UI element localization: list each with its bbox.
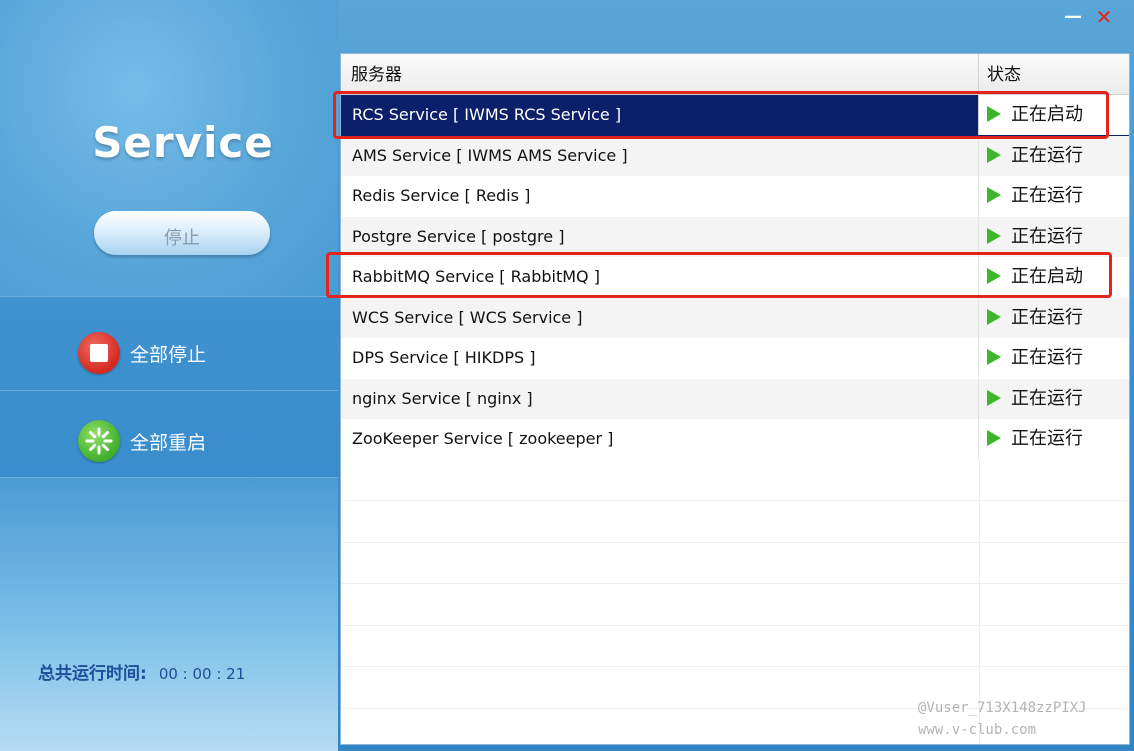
- app-title: Service: [92, 118, 274, 167]
- stop-square-glyph: [90, 344, 108, 362]
- service-name-cell: AMS Service [ IWMS AMS Service ]: [341, 135, 979, 176]
- empty-table-row: [341, 459, 1129, 501]
- service-status-cell: 正在运行: [979, 379, 1129, 419]
- play-triangle-icon: [987, 187, 1001, 203]
- divider: [0, 477, 338, 478]
- play-triangle-icon: [987, 146, 1001, 163]
- play-triangle-icon: [987, 268, 1001, 284]
- restart-all-button[interactable]: 全部重启: [78, 419, 206, 463]
- spinner-glyph: [85, 427, 113, 455]
- restart-spinner-icon: [78, 420, 120, 462]
- status-text: 正在运行: [1011, 306, 1083, 328]
- column-header-status[interactable]: 状态: [979, 54, 1129, 94]
- column-header-server[interactable]: 服务器: [341, 54, 979, 94]
- status-text: 正在运行: [1011, 428, 1083, 449]
- divider: [0, 296, 338, 297]
- table-header: 服务器 状态: [341, 54, 1129, 95]
- service-table: 服务器 状态 RCS Service [ IWMS RCS Service ] 正…: [340, 53, 1130, 745]
- service-name-cell: Postgre Service [ postgre ]: [341, 216, 979, 257]
- service-status-cell: 正在启动: [979, 95, 1129, 135]
- table-row[interactable]: nginx Service [ nginx ] 正在运行: [341, 378, 1129, 419]
- table-row[interactable]: Redis Service [ Redis ] 正在运行: [341, 176, 1129, 217]
- status-text: 正在运行: [1011, 144, 1083, 166]
- play-triangle-icon: [987, 349, 1001, 365]
- service-status-cell: 正在运行: [979, 136, 1129, 176]
- watermark-line: www.v-club.com: [918, 722, 1037, 738]
- table-row[interactable]: ZooKeeper Service [ zookeeper ] 正在运行: [341, 419, 1129, 460]
- left-panel-bottom: [0, 478, 338, 751]
- close-icon[interactable]: ✕: [1093, 6, 1115, 28]
- table-row[interactable]: WCS Service [ WCS Service ] 正在运行: [341, 297, 1129, 338]
- table-row[interactable]: Postgre Service [ postgre ] 正在运行: [341, 216, 1129, 257]
- play-triangle-icon: [987, 430, 1001, 446]
- uptime-value: 00 : 00 : 21: [158, 665, 246, 683]
- table-body: RCS Service [ IWMS RCS Service ] 正在启动 AMS …: [341, 95, 1129, 744]
- service-status-cell: 正在运行: [979, 419, 1129, 459]
- status-text: 正在启动: [1011, 104, 1083, 125]
- table-row[interactable]: AMS Service [ IWMS AMS Service ] 正在运行: [341, 135, 1129, 176]
- empty-table-row: [341, 625, 1129, 667]
- status-text: 正在启动: [1011, 266, 1083, 287]
- empty-table-row: [341, 584, 1129, 626]
- service-name-cell: ZooKeeper Service [ zookeeper ]: [341, 419, 979, 459]
- service-name-cell: WCS Service [ WCS Service ]: [341, 297, 979, 338]
- empty-table-row: [341, 542, 1129, 584]
- service-status-cell: 正在运行: [979, 176, 1129, 216]
- table-row[interactable]: DPS Service [ HIKDPS ] 正在运行: [341, 338, 1129, 379]
- status-text: 正在运行: [1011, 225, 1083, 247]
- service-status-cell: 正在运行: [979, 217, 1129, 257]
- service-name-cell: RCS Service [ IWMS RCS Service ]: [341, 95, 979, 135]
- left-panel: Service 停止 全部停止 全部重启 总共运行时间: 00: 00: 2…: [0, 0, 338, 751]
- service-name-cell: Redis Service [ Redis ]: [341, 176, 979, 216]
- play-triangle-icon: [987, 308, 1001, 325]
- status-text: 正在运行: [1011, 185, 1083, 206]
- empty-table-row: [341, 501, 1129, 543]
- stop-all-button[interactable]: 全部停止: [78, 331, 206, 375]
- uptime-label: 总共运行时间:: [38, 664, 147, 684]
- service-name-cell: RabbitMQ Service [ RabbitMQ ]: [341, 257, 979, 297]
- play-triangle-icon: [987, 227, 1001, 244]
- uptime-display: 总共运行时间: 00 : 00 : 21: [38, 659, 245, 684]
- watermark-line: @Vuser_713X148zzPIXJ: [918, 700, 1087, 716]
- service-status-cell: 正在运行: [979, 298, 1129, 338]
- table-row[interactable]: RCS Service [ IWMS RCS Service ] 正在启动: [341, 95, 1129, 136]
- stop-button[interactable]: 停止: [94, 211, 270, 255]
- service-window: Service 停止 全部停止 全部重启 总共运行时间: 00: 00: 2…: [0, 0, 1134, 751]
- table-row[interactable]: RabbitMQ Service [ RabbitMQ ] 正在启动: [341, 257, 1129, 298]
- stop-all-label: 全部停止: [130, 343, 207, 366]
- watermark: @Vuser_713X148zzPIXJ www.v-club.com: [918, 697, 1087, 741]
- status-text: 正在运行: [1011, 347, 1083, 368]
- play-triangle-icon: [987, 106, 1001, 122]
- minimize-icon[interactable]: —: [1062, 6, 1084, 28]
- play-triangle-icon: [987, 389, 1001, 406]
- service-name-cell: DPS Service [ HIKDPS ]: [341, 338, 979, 378]
- divider: [0, 390, 338, 391]
- status-text: 正在运行: [1011, 387, 1083, 409]
- stop-square-icon: [78, 332, 120, 374]
- restart-all-label: 全部重启: [130, 431, 207, 454]
- service-status-cell: 正在运行: [979, 338, 1129, 378]
- service-status-cell: 正在启动: [979, 257, 1129, 297]
- service-name-cell: nginx Service [ nginx ]: [341, 378, 979, 419]
